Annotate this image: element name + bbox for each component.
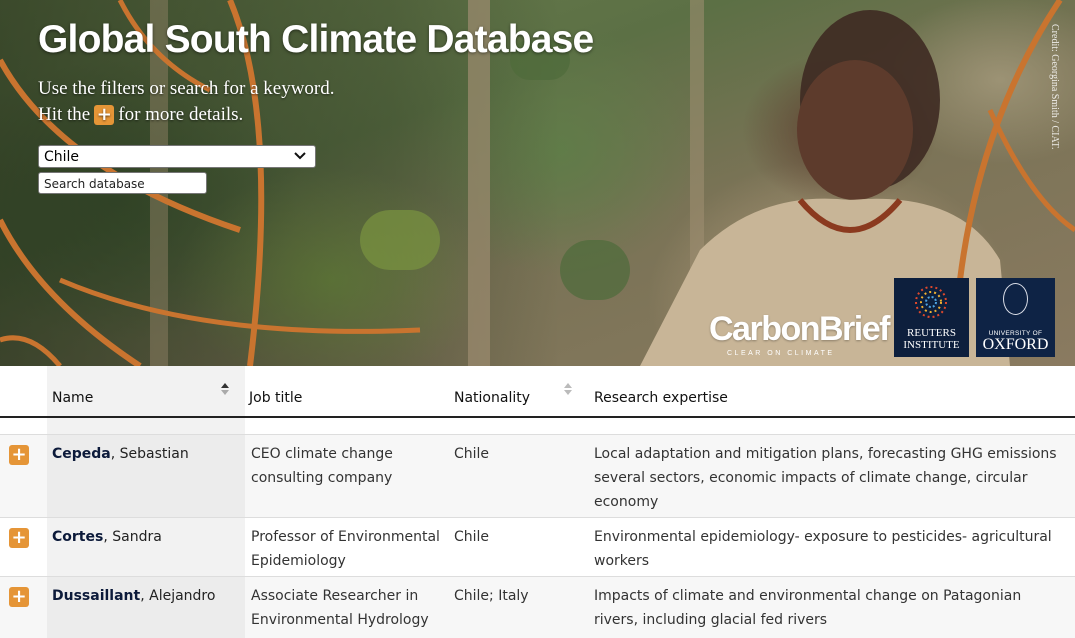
column-header-nationality[interactable]: Nationality [454, 390, 530, 406]
sort-icon[interactable] [563, 382, 573, 396]
table-row: + Dussaillant, Alejandro Associate Resea… [0, 576, 1075, 638]
table-row: + Cepeda, Sebastian CEO climate change c… [0, 434, 1075, 517]
search-placeholder: Search database [44, 177, 145, 191]
table-row: + Cortes, Sandra Professor of Environmen… [0, 517, 1075, 576]
given-name: , Alejandro [140, 588, 216, 604]
instructions-line-2: Hit the + for more details. [38, 104, 243, 126]
expand-row-button[interactable]: + [9, 587, 29, 607]
hero-banner: Global South Climate Database Use the fi… [0, 0, 1075, 366]
research-expertise: Impacts of climate and environmental cha… [594, 588, 1022, 628]
instructions-text-after: for more details. [118, 104, 244, 125]
table-spacer [0, 418, 1075, 434]
given-name: , Sebastian [110, 446, 189, 462]
person-name: Dussaillant, Alejandro [52, 584, 242, 608]
surname: Cepeda [52, 446, 111, 462]
job-title: Professor of Environmental Epidemiology [251, 529, 440, 569]
sort-ascending-icon[interactable] [220, 382, 230, 396]
person-name: Cepeda, Sebastian [52, 442, 242, 466]
page-title: Global South Climate Database [38, 18, 594, 61]
search-input[interactable]: Search database [38, 172, 207, 194]
instructions-line-1: Use the filters or search for a keyword. [38, 78, 335, 99]
photo-credit-text: Credit: Georgina Smith / CIAT. [1049, 24, 1060, 150]
surname: Dussaillant [52, 588, 141, 604]
reuters-line-1: REUTERS [907, 327, 956, 339]
job-title: Associate Researcher in Environmental Hy… [251, 588, 429, 628]
country-filter-value: Chile [44, 149, 80, 165]
column-header-research-expertise[interactable]: Research expertise [594, 390, 728, 406]
research-expertise: Environmental epidemiology- exposure to … [594, 529, 1052, 569]
chevron-down-icon [294, 152, 306, 160]
oxford-logo[interactable]: UNIVERSITY OF OXFORD [976, 278, 1055, 357]
oxford-crest-icon [1003, 283, 1028, 315]
nationality: Chile [454, 446, 490, 462]
reuters-dots-icon [915, 286, 947, 318]
surname: Cortes [52, 529, 104, 545]
name-column-highlight [47, 418, 245, 434]
given-name: , Sandra [103, 529, 162, 545]
country-filter-select[interactable]: Chile [38, 145, 316, 168]
photo-credit: Credit: Georgina Smith / CIAT. [1048, 24, 1062, 184]
carbonbrief-logo[interactable]: CarbonBrief [709, 312, 890, 346]
carbonbrief-tagline: CLEAR ON CLIMATE [727, 350, 835, 357]
column-header-name[interactable]: Name [52, 390, 93, 406]
expand-row-button[interactable]: + [9, 445, 29, 465]
column-header-job-title[interactable]: Job title [249, 390, 302, 406]
reuters-institute-logo[interactable]: REUTERS INSTITUTE [894, 278, 969, 357]
instructions-text-before: Hit the [38, 104, 91, 125]
plus-icon: + [94, 105, 115, 125]
nationality: Chile; Italy [454, 588, 529, 604]
nationality: Chile [454, 529, 490, 545]
job-title: CEO climate change consulting company [251, 446, 393, 486]
oxford-line-2: OXFORD [982, 336, 1049, 353]
expand-row-button[interactable]: + [9, 528, 29, 548]
person-name: Cortes, Sandra [52, 525, 242, 549]
reuters-line-2: INSTITUTE [903, 339, 960, 351]
research-expertise: Local adaptation and mitigation plans, f… [594, 446, 1057, 510]
table-header: Name Job title Nationality Research expe… [0, 366, 1075, 418]
